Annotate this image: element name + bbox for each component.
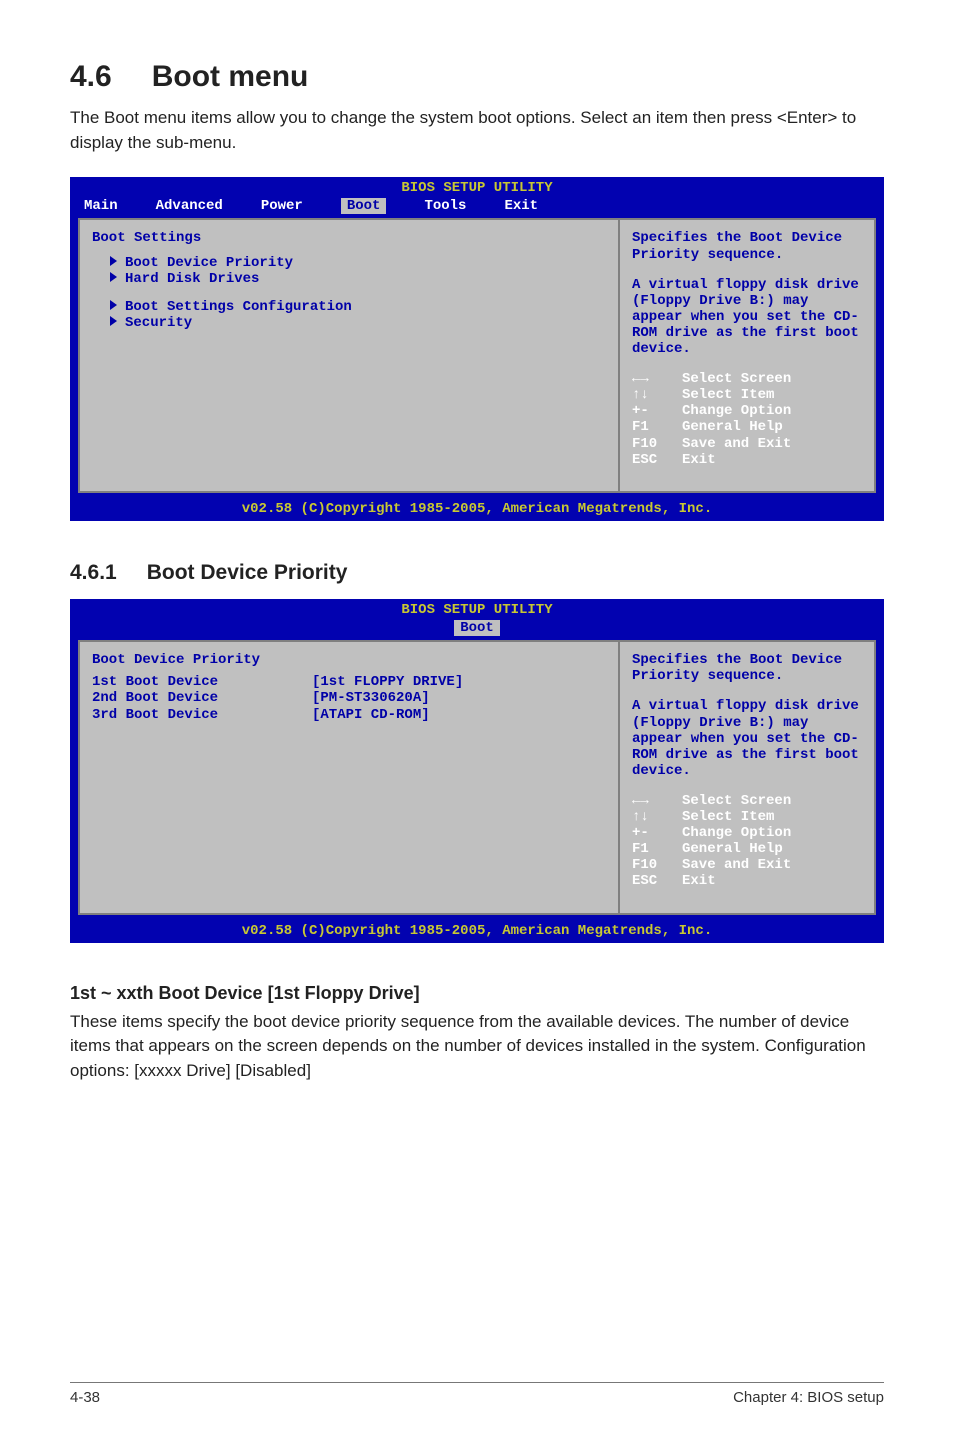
- nav-key-f1: F1: [632, 419, 682, 435]
- bios-item-boot-settings-configuration[interactable]: Boot Settings Configuration: [110, 299, 606, 315]
- section-heading: 4.6 Boot menu: [70, 60, 884, 94]
- subsection-heading: 4.6.1 Boot Device Priority: [70, 561, 884, 585]
- bios-right-panel: Specifies the Boot Device Priority seque…: [618, 218, 876, 492]
- nav-key-f10: F10: [632, 857, 682, 873]
- section-number: 4.6: [70, 60, 112, 93]
- bios-left-panel: Boot Device Priority 1st Boot Device [1s…: [78, 640, 618, 914]
- triangle-icon: [110, 300, 117, 310]
- bios-menu-tools[interactable]: Tools: [424, 198, 466, 214]
- bios-device-value: [PM-ST330620A]: [312, 690, 430, 706]
- nav-label-exit: Exit: [682, 873, 716, 889]
- nav-label-select-item: Select Item: [682, 809, 774, 825]
- nav-label-save-exit: Save and Exit: [682, 857, 791, 873]
- nav-key-ud: ↑↓: [632, 809, 682, 825]
- document-page: 4.6 Boot menu The Boot menu items allow y…: [0, 0, 954, 1438]
- bios-help-desc1: Specifies the Boot Device Priority seque…: [632, 652, 862, 684]
- bios-left-panel: Boot Settings Boot Device Priority Hard …: [78, 218, 618, 492]
- bios-boot-settings-window: BIOS SETUP UTILITY Main Advanced Power B…: [70, 177, 884, 521]
- bios-menubar: Boot: [70, 620, 884, 640]
- nav-label-select-screen: Select Screen: [682, 371, 791, 387]
- nav-key-esc: ESC: [632, 873, 682, 889]
- nav-key-f1: F1: [632, 841, 682, 857]
- bios-device-label: 2nd Boot Device: [92, 690, 312, 706]
- bios-help-desc1: Specifies the Boot Device Priority seque…: [632, 230, 862, 262]
- bios-titlebar: BIOS SETUP UTILITY: [70, 599, 884, 620]
- nav-label-select-screen: Select Screen: [682, 793, 791, 809]
- bios-menu-boot[interactable]: Boot: [341, 198, 387, 214]
- section-title: Boot menu: [152, 60, 309, 93]
- bios-device-row-3[interactable]: 3rd Boot Device [ATAPI CD-ROM]: [92, 707, 606, 723]
- bios-right-panel: Specifies the Boot Device Priority seque…: [618, 640, 876, 914]
- bios-item-label: Boot Settings Configuration: [125, 299, 352, 315]
- bios-boot-device-priority-window: BIOS SETUP UTILITY Boot Boot Device Prio…: [70, 599, 884, 943]
- bios-item-label: Security: [125, 315, 192, 331]
- page-footer: 4-38 Chapter 4: BIOS setup: [70, 1382, 884, 1406]
- nav-key-lr: ←→: [632, 371, 682, 387]
- item-heading: 1st ~ xxth Boot Device [1st Floppy Drive…: [70, 983, 884, 1004]
- bios-device-value: [ATAPI CD-ROM]: [312, 707, 430, 723]
- nav-key-pm: +-: [632, 403, 682, 419]
- bios-item-security[interactable]: Security: [110, 315, 606, 331]
- nav-key-esc: ESC: [632, 452, 682, 468]
- nav-label-general-help: General Help: [682, 419, 783, 435]
- subsection-number: 4.6.1: [70, 561, 117, 584]
- nav-label-general-help: General Help: [682, 841, 783, 857]
- bios-help-desc2: A virtual floppy disk drive (Floppy Driv…: [632, 277, 862, 357]
- bios-menubar: Main Advanced Power Boot Tools Exit: [70, 198, 884, 218]
- nav-key-ud: ↑↓: [632, 387, 682, 403]
- bios-device-row-1[interactable]: 1st Boot Device [1st FLOPPY DRIVE]: [92, 674, 606, 690]
- nav-key-lr: ←→: [632, 793, 682, 809]
- bios-menu-boot[interactable]: Boot: [454, 620, 500, 636]
- bios-device-row-2[interactable]: 2nd Boot Device [PM-ST330620A]: [92, 690, 606, 706]
- nav-label-change-option: Change Option: [682, 403, 791, 419]
- bios-device-value: [1st FLOPPY DRIVE]: [312, 674, 463, 690]
- nav-label-select-item: Select Item: [682, 387, 774, 403]
- nav-key-pm: +-: [632, 825, 682, 841]
- bios-menu-power[interactable]: Power: [261, 198, 303, 214]
- nav-label-exit: Exit: [682, 452, 716, 468]
- bios-copyright-footer: v02.58 (C)Copyright 1985-2005, American …: [70, 921, 884, 943]
- triangle-icon: [110, 316, 117, 326]
- nav-key-f10: F10: [632, 436, 682, 452]
- bios-help-desc2: A virtual floppy disk drive (Floppy Driv…: [632, 698, 862, 778]
- nav-label-change-option: Change Option: [682, 825, 791, 841]
- bios-copyright-footer: v02.58 (C)Copyright 1985-2005, American …: [70, 499, 884, 521]
- nav-label-save-exit: Save and Exit: [682, 436, 791, 452]
- chapter-label: Chapter 4: BIOS setup: [733, 1389, 884, 1406]
- bios-titlebar: BIOS SETUP UTILITY: [70, 177, 884, 198]
- bios-item-hard-disk-drives[interactable]: Hard Disk Drives: [110, 271, 606, 287]
- triangle-icon: [110, 256, 117, 266]
- section-intro: The Boot menu items allow you to change …: [70, 106, 884, 155]
- bios-device-label: 3rd Boot Device: [92, 707, 312, 723]
- bios-menu-advanced[interactable]: Advanced: [156, 198, 223, 214]
- bios-navigation-help: ←→Select Screen ↑↓Select Item +-Change O…: [632, 371, 862, 468]
- bios-navigation-help: ←→Select Screen ↑↓Select Item +-Change O…: [632, 793, 862, 890]
- item-body: These items specify the boot device prio…: [70, 1010, 884, 1084]
- bios-menu-main[interactable]: Main: [84, 198, 118, 214]
- subsection-title: Boot Device Priority: [147, 561, 348, 584]
- bios-menu-exit[interactable]: Exit: [504, 198, 538, 214]
- bios-item-label: Boot Device Priority: [125, 255, 293, 271]
- bios-item-label: Hard Disk Drives: [125, 271, 259, 287]
- bios-left-heading: Boot Settings: [92, 230, 606, 246]
- bios-device-label: 1st Boot Device: [92, 674, 312, 690]
- bios-item-boot-device-priority[interactable]: Boot Device Priority: [110, 255, 606, 271]
- page-number: 4-38: [70, 1389, 100, 1406]
- triangle-icon: [110, 272, 117, 282]
- bios-left-heading: Boot Device Priority: [92, 652, 606, 668]
